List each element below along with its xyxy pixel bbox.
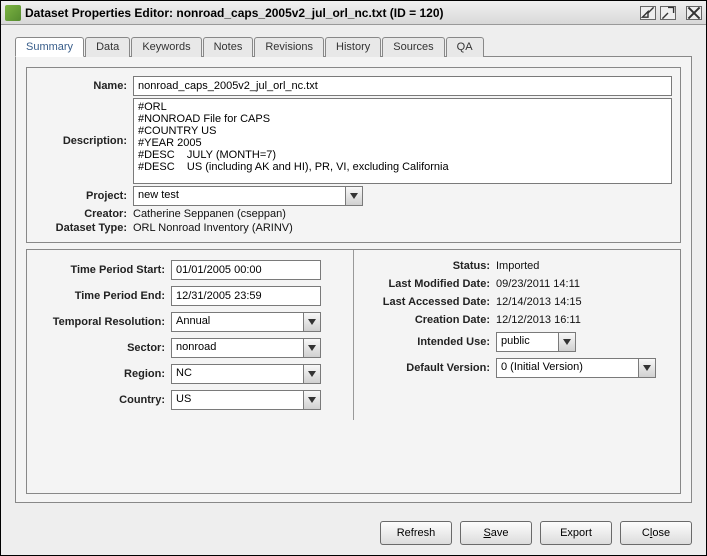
country-combo[interactable]: US [171, 390, 321, 410]
temporal-label: Temporal Resolution: [33, 316, 165, 328]
description-textarea[interactable]: #ORL #NONROAD File for CAPS #COUNTRY US … [133, 98, 672, 184]
creator-value: Catherine Seppanen (cseppan) [133, 208, 286, 220]
last-accessed-label: Last Accessed Date: [360, 296, 490, 308]
chevron-down-icon [643, 365, 651, 371]
chevron-down-icon [308, 345, 316, 351]
tab-history[interactable]: History [325, 37, 381, 57]
tab-sources[interactable]: Sources [382, 37, 444, 57]
details-frame: Time Period Start: Time Period End: Temp… [26, 249, 681, 494]
tab-keywords[interactable]: Keywords [131, 37, 201, 57]
intended-use-value: public [496, 332, 558, 352]
window-frame: Dataset Properties Editor: nonroad_caps_… [0, 0, 707, 556]
default-version-label: Default Version: [360, 362, 490, 374]
region-value: NC [171, 364, 303, 384]
dataset-type-label: Dataset Type: [35, 222, 127, 234]
chevron-down-icon [308, 371, 316, 377]
app-icon [5, 5, 21, 21]
temporal-combo[interactable]: Annual [171, 312, 321, 332]
maximize-icon [661, 6, 675, 20]
tab-revisions[interactable]: Revisions [254, 37, 324, 57]
window-title: Dataset Properties Editor: nonroad_caps_… [25, 6, 636, 20]
name-input[interactable] [133, 76, 672, 96]
description-label: Description: [35, 135, 127, 147]
sector-value: nonroad [171, 338, 303, 358]
name-label: Name: [35, 80, 127, 92]
intended-use-combo-button[interactable] [558, 332, 576, 352]
dataset-type-value: ORL Nonroad Inventory (ARINV) [133, 222, 293, 234]
close-icon [687, 6, 701, 20]
content-area: Summary Data Keywords Notes Revisions Hi… [1, 25, 706, 513]
region-combo[interactable]: NC [171, 364, 321, 384]
time-column: Time Period Start: Time Period End: Temp… [27, 250, 354, 420]
project-combo[interactable]: new test [133, 186, 363, 206]
save-button-label: ave [491, 527, 509, 539]
country-value: US [171, 390, 303, 410]
project-value: new test [133, 186, 345, 206]
tp-start-label: Time Period Start: [33, 264, 165, 276]
last-modified-value: 09/23/2011 14:11 [496, 278, 580, 290]
tab-summary[interactable]: Summary [15, 37, 84, 57]
button-bar: Refresh Save Export Close [1, 513, 706, 555]
close-button[interactable]: Close [620, 521, 692, 545]
tp-end-input[interactable] [171, 286, 321, 306]
last-accessed-value: 12/14/2013 14:15 [496, 296, 582, 308]
tab-strip: Summary Data Keywords Notes Revisions Hi… [15, 37, 692, 57]
country-combo-button[interactable] [303, 390, 321, 410]
maximize-button[interactable] [660, 6, 676, 20]
details-columns: Time Period Start: Time Period End: Temp… [27, 250, 680, 420]
status-label: Status: [360, 260, 490, 272]
default-version-combo-button[interactable] [638, 358, 656, 378]
tab-panel-summary: Name: Description: #ORL #NONROAD File fo… [15, 56, 692, 503]
default-version-value: 0 (Initial Version) [496, 358, 638, 378]
tab-notes[interactable]: Notes [203, 37, 254, 57]
intended-use-combo[interactable]: public [496, 332, 576, 352]
tp-start-input[interactable] [171, 260, 321, 280]
project-label: Project: [35, 190, 127, 202]
creator-label: Creator: [35, 208, 127, 220]
creation-value: 12/12/2013 16:11 [496, 314, 581, 326]
sector-combo[interactable]: nonroad [171, 338, 321, 358]
chevron-down-icon [308, 319, 316, 325]
refresh-button[interactable]: Refresh [380, 521, 452, 545]
region-label: Region: [33, 368, 165, 380]
default-version-combo[interactable]: 0 (Initial Version) [496, 358, 656, 378]
close-button-label-head: C [642, 527, 650, 539]
country-label: Country: [33, 394, 165, 406]
save-button[interactable]: Save [460, 521, 532, 545]
project-combo-button[interactable] [345, 186, 363, 206]
creation-label: Creation Date: [360, 314, 490, 326]
status-value: Imported [496, 260, 539, 272]
tp-end-label: Time Period End: [33, 290, 165, 302]
close-window-button[interactable] [686, 6, 702, 20]
export-button[interactable]: Export [540, 521, 612, 545]
chevron-down-icon [563, 339, 571, 345]
temporal-value: Annual [171, 312, 303, 332]
last-modified-label: Last Modified Date: [360, 278, 490, 290]
titlebar: Dataset Properties Editor: nonroad_caps_… [1, 1, 706, 25]
sector-combo-button[interactable] [303, 338, 321, 358]
chevron-down-icon [350, 193, 358, 199]
tab-qa[interactable]: QA [446, 37, 484, 57]
tab-data[interactable]: Data [85, 37, 130, 57]
dataset-info-frame: Name: Description: #ORL #NONROAD File fo… [26, 67, 681, 243]
sector-label: Sector: [33, 342, 165, 354]
intended-use-label: Intended Use: [360, 336, 490, 348]
minimize-button[interactable] [640, 6, 656, 20]
minimize-icon [641, 6, 655, 20]
temporal-combo-button[interactable] [303, 312, 321, 332]
chevron-down-icon [308, 397, 316, 403]
close-button-label-tail: ose [652, 527, 670, 539]
status-column: Status: Imported Last Modified Date: 09/… [354, 250, 680, 420]
region-combo-button[interactable] [303, 364, 321, 384]
